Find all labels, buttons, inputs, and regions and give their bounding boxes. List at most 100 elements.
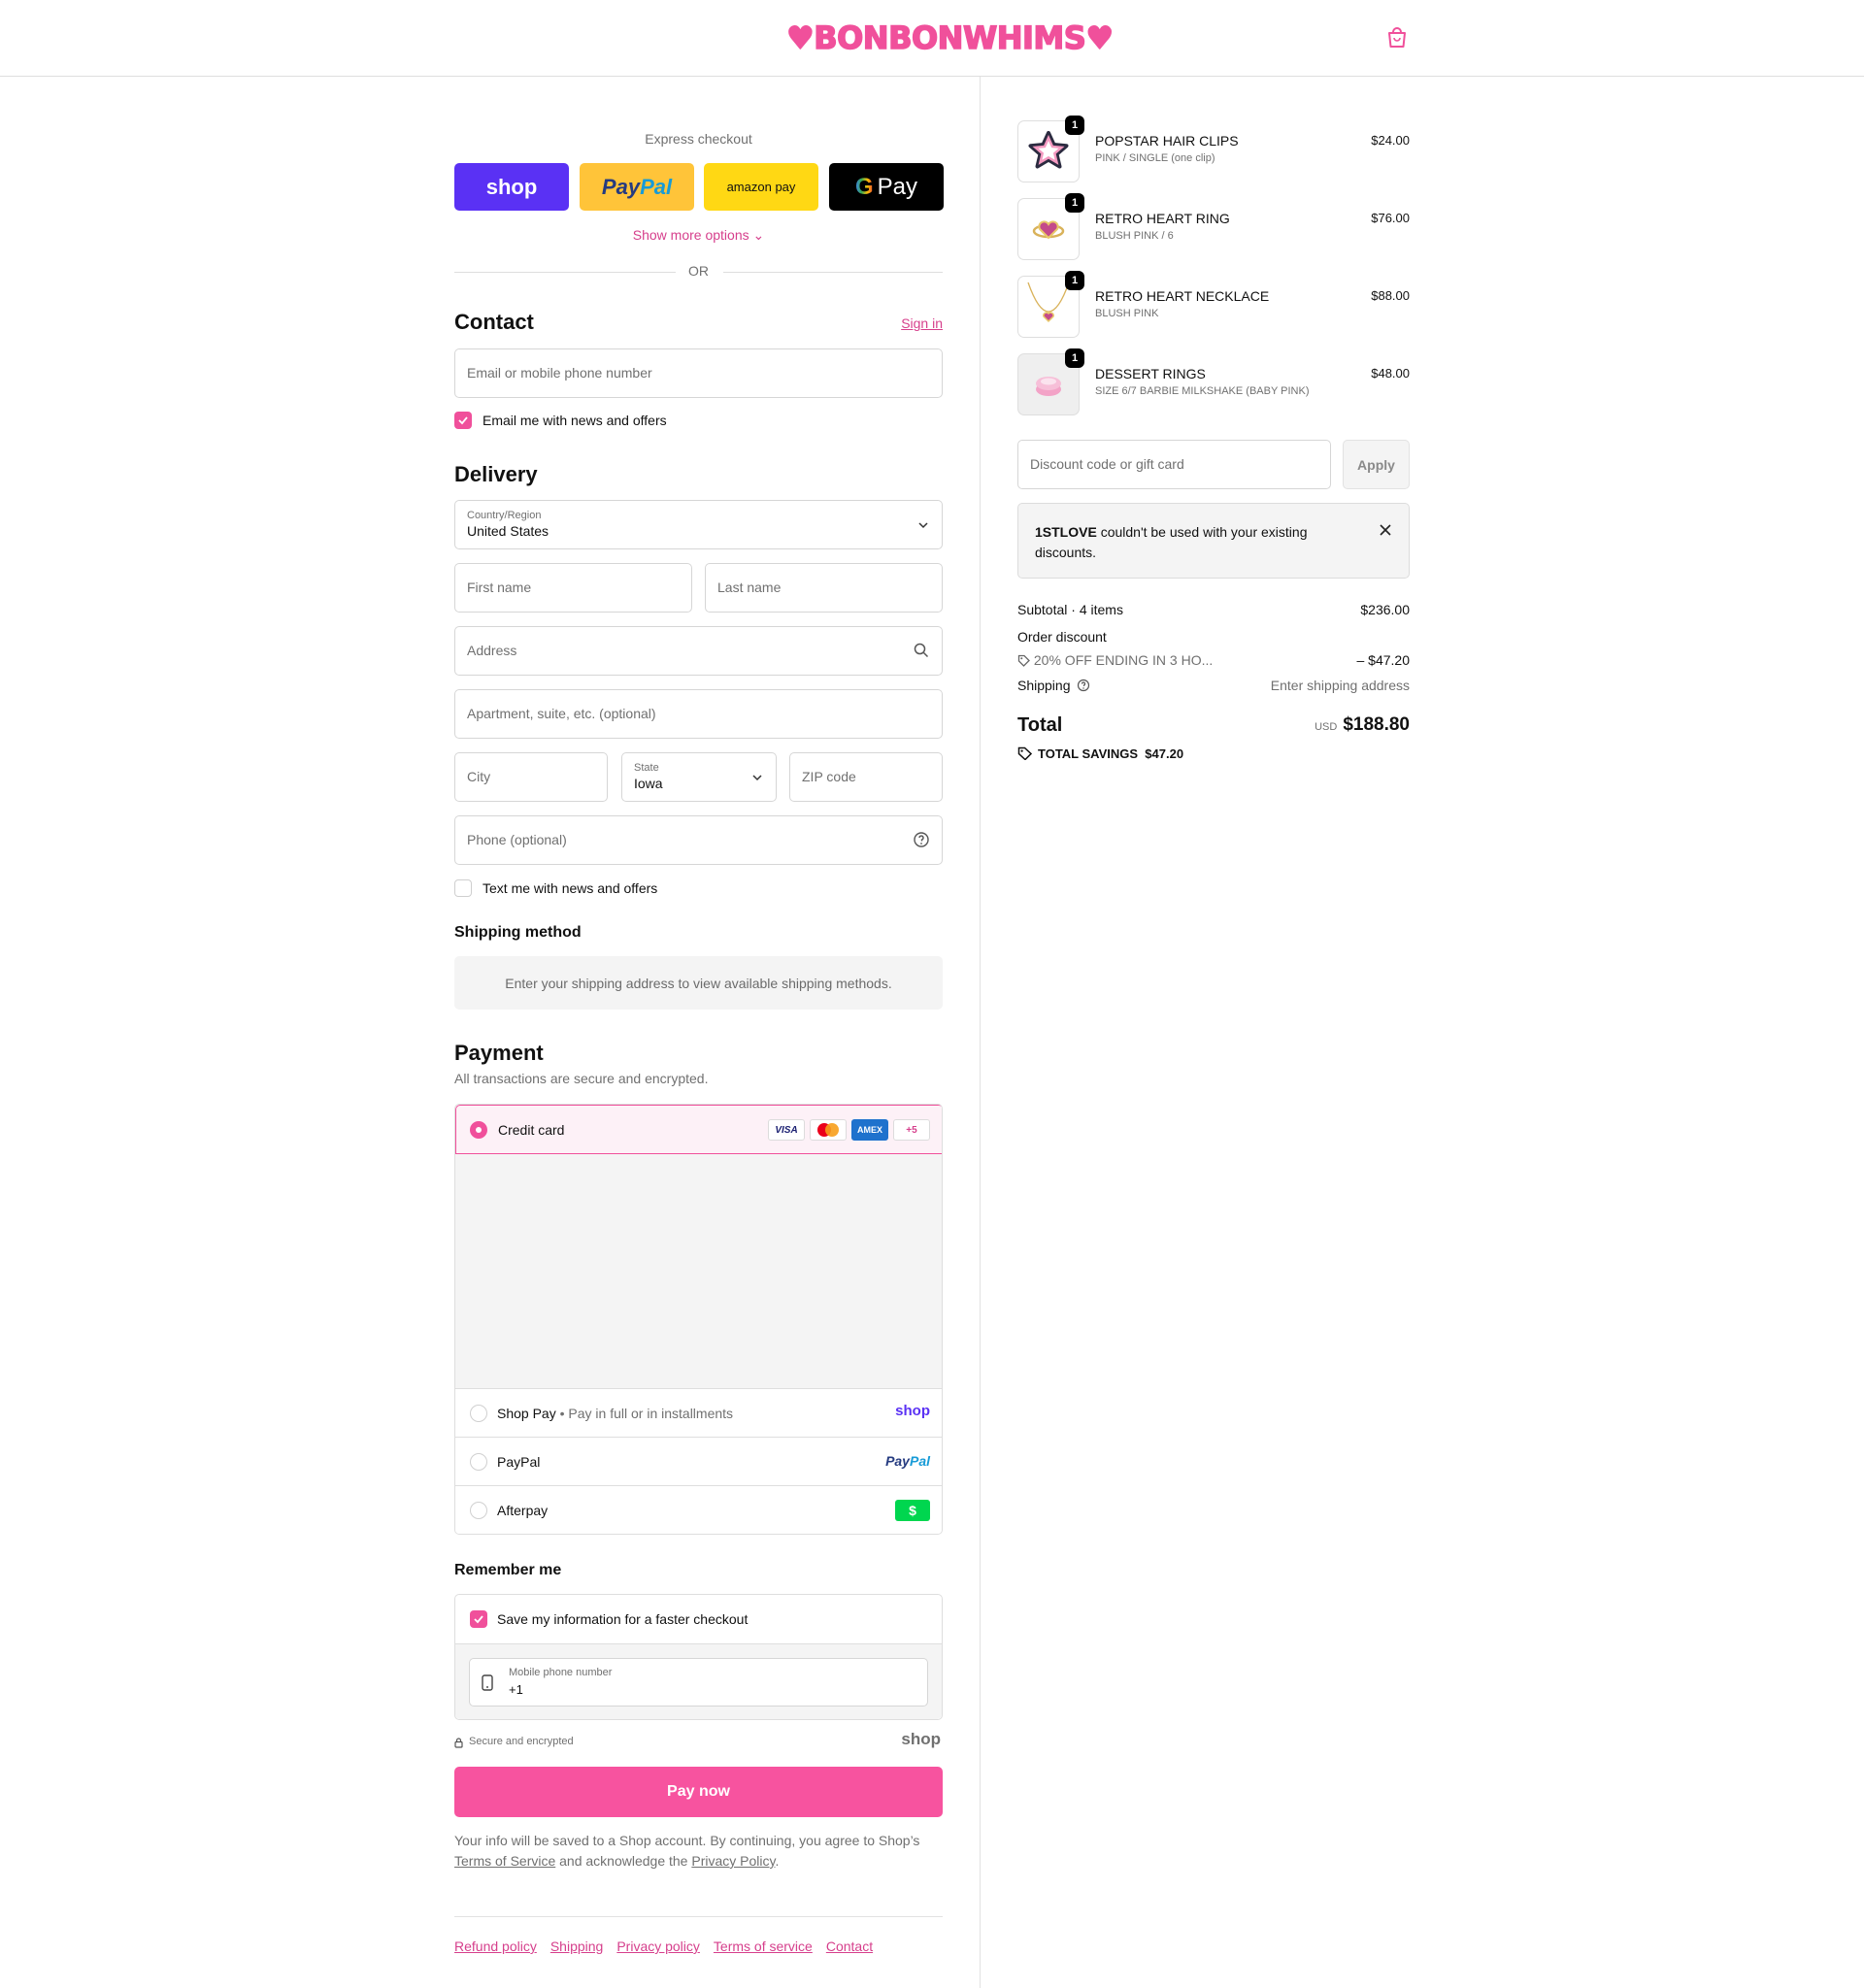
help-icon[interactable] (913, 831, 930, 848)
address-field[interactable]: Address (454, 626, 943, 676)
cart-item: 1 POPSTAR HAIR CLIPS PINK / SINGLE (one … (1017, 116, 1410, 182)
discount-line-row: 20% OFF ENDING IN 3 HO... – $47.20 (1017, 652, 1410, 668)
visa-label: VISA (775, 1124, 798, 1136)
payment-subtitle: All transactions are secure and encrypte… (454, 1071, 709, 1086)
amazon-pay-button[interactable]: amazon pay (704, 163, 818, 211)
last-name-field[interactable]: Last name (705, 563, 943, 613)
contact-heading: Contact (454, 310, 534, 334)
quantity-badge: 1 (1065, 193, 1084, 213)
apartment-field[interactable]: Apartment, suite, etc. (optional) (454, 689, 943, 739)
discount-code-field[interactable]: Discount code or gift card (1017, 440, 1331, 489)
show-more-options-link[interactable]: Show more options ⌄ (454, 227, 943, 244)
quantity-badge: 1 (1065, 116, 1084, 135)
product-price: $48.00 (1371, 366, 1410, 381)
credit-card-label: Credit card (498, 1122, 565, 1138)
cart-icon[interactable] (1386, 26, 1408, 50)
credit-card-option[interactable]: Credit card VISA AMEX +5 (455, 1105, 942, 1154)
footer-divider (454, 1916, 943, 1917)
total-savings-value: $47.20 (1145, 746, 1184, 761)
discount-value: – $47.20 (1356, 652, 1411, 668)
email-placeholder: Email or mobile phone number (467, 365, 652, 381)
sign-in-link[interactable]: Sign in (901, 315, 943, 331)
store-logo[interactable]: ♥BONBONWHIMS♥ (785, 18, 1115, 57)
country-value: United States (467, 523, 549, 539)
email-opt-in-label: Email me with news and offers (483, 413, 667, 428)
refund-policy-link[interactable]: Refund policy (454, 1938, 537, 1954)
delivery-heading: Delivery (454, 462, 538, 486)
amex-label: AMEX (856, 1125, 882, 1135)
product-name: DESSERT RINGS (1095, 366, 1206, 381)
paypal-button[interactable]: Pay Pal (580, 163, 694, 211)
apply-discount-button[interactable]: Apply (1343, 440, 1410, 489)
shop-pay-option-label: Shop Pay • Pay in full or in installment… (497, 1406, 734, 1421)
email-field[interactable]: Email or mobile phone number (454, 348, 943, 398)
first-name-field[interactable]: First name (454, 563, 692, 613)
shop-pay-button[interactable]: shop (454, 163, 569, 211)
express-checkout-title: Express checkout (645, 131, 752, 147)
shipping-row: Shipping Enter shipping address (1017, 678, 1410, 693)
zip-field[interactable]: ZIP code (789, 752, 943, 802)
shop-logo: shop (901, 1730, 941, 1748)
state-value: Iowa (634, 776, 663, 791)
shop-pay-label: shop (485, 174, 538, 199)
product-variant: PINK / SINGLE (one clip) (1095, 152, 1215, 164)
shop-pay-logo: shop (895, 1403, 930, 1419)
phone-placeholder: Phone (optional) (467, 832, 567, 847)
afterpay-option[interactable]: Afterpay $ (455, 1485, 942, 1534)
paypal-option[interactable]: PayPal PayPal (455, 1437, 942, 1485)
state-label: State (634, 762, 659, 774)
state-select[interactable]: State Iowa (621, 752, 777, 802)
afterpay-radio[interactable] (470, 1502, 487, 1519)
order-discount-label: Order discount (1017, 629, 1107, 645)
quantity-badge: 1 (1065, 348, 1084, 368)
country-label: Country/Region (467, 510, 542, 521)
contact-link[interactable]: Contact (826, 1938, 873, 1954)
apartment-placeholder: Apartment, suite, etc. (optional) (467, 706, 656, 721)
shop-pay-name: Shop Pay (497, 1406, 556, 1421)
legal-text-2: and acknowledge the (559, 1853, 688, 1869)
visa-icon: VISA (768, 1119, 805, 1141)
save-info-row[interactable]: Save my information for a faster checkou… (455, 1595, 942, 1643)
shipping-policy-link[interactable]: Shipping (550, 1938, 604, 1954)
shipping-label: Shipping (1017, 678, 1071, 693)
remember-me-heading: Remember me (454, 1562, 562, 1578)
city-field[interactable]: City (454, 752, 608, 802)
product-variant: BLUSH PINK / 6 (1095, 230, 1174, 242)
terms-of-service-footer-link[interactable]: Terms of service (714, 1938, 813, 1954)
column-divider (980, 77, 981, 1988)
quantity-badge: 1 (1065, 271, 1084, 290)
legal-text-1: Your info will be saved to a Shop accoun… (454, 1833, 920, 1848)
help-icon[interactable] (1077, 679, 1090, 692)
afterpay-option-label: Afterpay (497, 1503, 549, 1518)
subtotal-label: Subtotal · 4 items (1017, 602, 1123, 617)
close-icon[interactable] (1379, 523, 1392, 537)
phone-field[interactable]: Phone (optional) (454, 815, 943, 865)
sms-opt-in-checkbox[interactable] (454, 879, 472, 897)
google-pay-button[interactable]: G Pay (829, 163, 944, 211)
google-pay-label: Pay (877, 173, 918, 200)
country-select[interactable]: Country/Region United States (454, 500, 943, 549)
save-info-label: Save my information for a faster checkou… (497, 1611, 749, 1627)
shipping-method-notice-text: Enter your shipping address to view avai… (505, 975, 892, 991)
save-info-checkbox[interactable] (470, 1610, 487, 1628)
apply-label: Apply (1357, 456, 1395, 473)
mobile-phone-field[interactable]: Mobile phone number +1 (469, 1658, 928, 1706)
privacy-policy-link[interactable]: Privacy Policy (691, 1853, 775, 1869)
product-name: RETRO HEART RING (1095, 211, 1230, 226)
credit-card-radio[interactable] (470, 1121, 487, 1139)
terms-of-service-link[interactable]: Terms of Service (454, 1853, 555, 1869)
product-name: POPSTAR HAIR CLIPS (1095, 133, 1239, 149)
product-price: $76.00 (1371, 211, 1410, 225)
lock-icon (454, 1738, 463, 1748)
shipping-method-heading: Shipping method (454, 924, 582, 941)
total-label: Total (1017, 714, 1063, 736)
paypal-radio[interactable] (470, 1453, 487, 1471)
paypal-label-pay: Pay (601, 174, 641, 199)
privacy-policy-footer-link[interactable]: Privacy policy (616, 1938, 700, 1954)
shop-pay-option[interactable]: Shop Pay • Pay in full or in installment… (455, 1388, 942, 1437)
email-opt-in-checkbox[interactable] (454, 412, 472, 429)
currency-code: USD (1315, 721, 1338, 733)
payment-heading: Payment (454, 1041, 544, 1065)
pay-now-button[interactable]: Pay now (454, 1767, 943, 1817)
shop-pay-radio[interactable] (470, 1405, 487, 1422)
